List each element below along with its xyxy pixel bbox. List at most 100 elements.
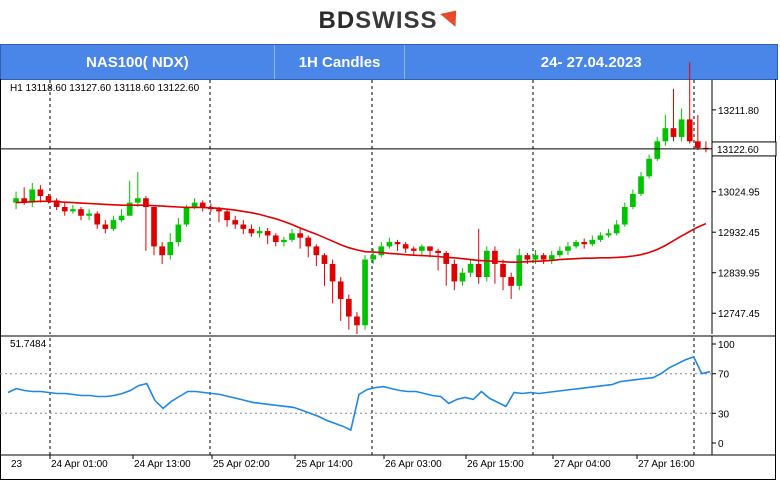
candle-body: [37, 189, 44, 197]
candle-body: [589, 239, 596, 245]
candle-body: [386, 242, 393, 247]
candle-body: [183, 207, 190, 225]
candle-body: [159, 246, 165, 256]
candle-body: [435, 250, 441, 253]
candle-body: [646, 158, 652, 177]
candle-body: [70, 209, 76, 212]
candle-body: [29, 189, 36, 203]
candle-body: [483, 250, 490, 278]
price-tick-label: 13024.95: [718, 188, 760, 199]
candle-body: [605, 233, 612, 236]
candle-body: [427, 246, 433, 251]
candle-body: [281, 239, 287, 243]
price-tick-label: 13211.80: [718, 106, 759, 117]
candle-body: [475, 263, 482, 278]
candle-body: [167, 242, 174, 256]
candle-body: [524, 255, 531, 260]
candle-body: [370, 255, 377, 260]
price-tick-label: 12839.95: [718, 269, 760, 280]
candle-body: [199, 202, 206, 207]
candle-body: [597, 235, 604, 240]
candle-body: [565, 246, 571, 251]
x-tick-label: 25 Apr 14:00: [296, 459, 353, 470]
candle-body: [581, 242, 588, 245]
candle-body: [532, 255, 539, 260]
rsi-tick-label: 100: [718, 340, 735, 351]
x-axis: 23 24 Apr 01:00 24 Apr 13:00 25 Apr 02:00 25…: [0, 454, 776, 470]
candle-body: [118, 215, 125, 221]
candle-body: [313, 246, 320, 256]
candle-body: [305, 237, 312, 247]
candle-body: [102, 224, 109, 229]
candle-body: [248, 228, 255, 234]
candle-body: [329, 263, 336, 282]
candle-body: [654, 141, 661, 159]
rsi-tick-label: 30: [718, 409, 730, 420]
x-tick-label: 25 Apr 02:00: [213, 459, 270, 470]
candle-body: [191, 202, 198, 207]
candle-body: [394, 242, 401, 245]
x-tick-label: 24 Apr 13:00: [134, 459, 191, 470]
candle-body: [613, 224, 620, 234]
current-price-label: 13122.60: [717, 145, 759, 156]
candle-body: [362, 259, 368, 326]
candle-body: [443, 252, 450, 264]
x-tick-label: 26 Apr 03:00: [385, 459, 442, 470]
candle-body: [540, 255, 547, 260]
candle-body: [548, 255, 555, 260]
candle-body: [354, 316, 360, 326]
candle-body: [256, 231, 263, 234]
x-tick-label: 26 Apr 15:00: [467, 459, 524, 470]
price-chart: H1 13118.60 13127.60 13118.60 13122.60 13…: [0, 62, 777, 470]
x-tick-label: 27 Apr 16:00: [638, 459, 695, 470]
candle-body: [345, 298, 352, 317]
candle-body: [297, 233, 303, 238]
price-panel: H1 13118.60 13127.60 13118.60 13122.60 13…: [0, 62, 777, 455]
rsi-line: [7, 355, 711, 432]
candle-body: [61, 207, 68, 212]
candle-body: [337, 281, 344, 299]
candle-body: [264, 231, 271, 236]
candle-body: [516, 255, 523, 286]
candle-body: [638, 176, 644, 194]
candle-body: [321, 255, 328, 264]
price-tick-label: 12932.45: [718, 228, 760, 239]
candle-body: [686, 119, 693, 142]
x-tick-label: 24 Apr 01:00: [51, 459, 108, 470]
candle-body: [175, 224, 182, 243]
candle-body: [94, 213, 101, 225]
candle-body: [224, 211, 230, 221]
x-tick-label: 27 Apr 04:00: [554, 459, 611, 470]
x-tick-label: 23: [11, 459, 23, 470]
price-tick-label: 12747.45: [718, 309, 760, 320]
rsi-tick-label: 0: [718, 439, 724, 450]
candle-body: [467, 263, 474, 273]
candle-body: [232, 220, 239, 225]
rsi-tick-label: 70: [718, 370, 730, 381]
candle-body: [240, 224, 247, 229]
candle-body: [110, 220, 117, 229]
candle-body: [134, 198, 141, 203]
price-info-label: H1 13118.60 13127.60 13118.60 13122.60: [10, 83, 200, 94]
candle-body: [410, 248, 417, 251]
candle-body: [557, 250, 563, 256]
candle-body: [402, 244, 409, 249]
candle-body: [662, 128, 669, 142]
candle-body: [670, 128, 677, 137]
candle-body: [621, 207, 628, 225]
candle-body: [419, 246, 425, 251]
candle-body: [216, 209, 222, 212]
candle-body: [573, 242, 579, 247]
moving-average-line: [16, 200, 707, 263]
candle-body: [678, 119, 685, 137]
candle-body: [151, 207, 157, 247]
rsi-panel: 51.7484 100 70 30 0: [0, 336, 735, 455]
candle-body: [694, 141, 701, 148]
candle-body: [45, 196, 52, 201]
candle-body: [289, 233, 295, 240]
rsi-info-label: 51.7484: [10, 339, 47, 350]
candle-body: [630, 193, 636, 207]
candle-body: [451, 263, 458, 282]
candle-body: [86, 213, 92, 216]
candle-body: [459, 272, 466, 282]
